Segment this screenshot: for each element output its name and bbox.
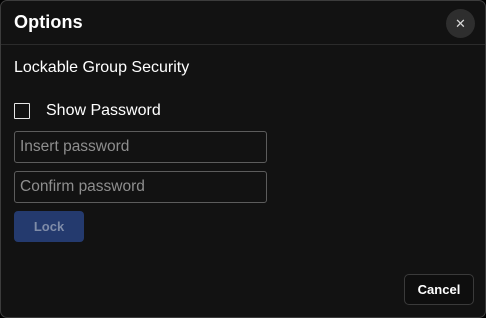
cancel-button[interactable]: Cancel <box>404 274 474 305</box>
close-button[interactable]: ✕ <box>446 9 475 38</box>
section-title: Lockable Group Security <box>14 59 190 76</box>
confirm-password-input[interactable] <box>14 171 267 203</box>
close-icon: ✕ <box>455 16 466 31</box>
show-password-toggle[interactable]: Show Password <box>14 101 161 121</box>
lock-button[interactable]: Lock <box>14 211 84 242</box>
password-input[interactable] <box>14 131 267 163</box>
options-dialog: Options ✕ Lockable Group Security Show P… <box>0 0 486 318</box>
dialog-header: Options ✕ <box>1 1 485 45</box>
show-password-checkbox[interactable] <box>14 103 30 119</box>
show-password-label: Show Password <box>46 102 161 119</box>
dialog-title: Options <box>14 12 83 32</box>
